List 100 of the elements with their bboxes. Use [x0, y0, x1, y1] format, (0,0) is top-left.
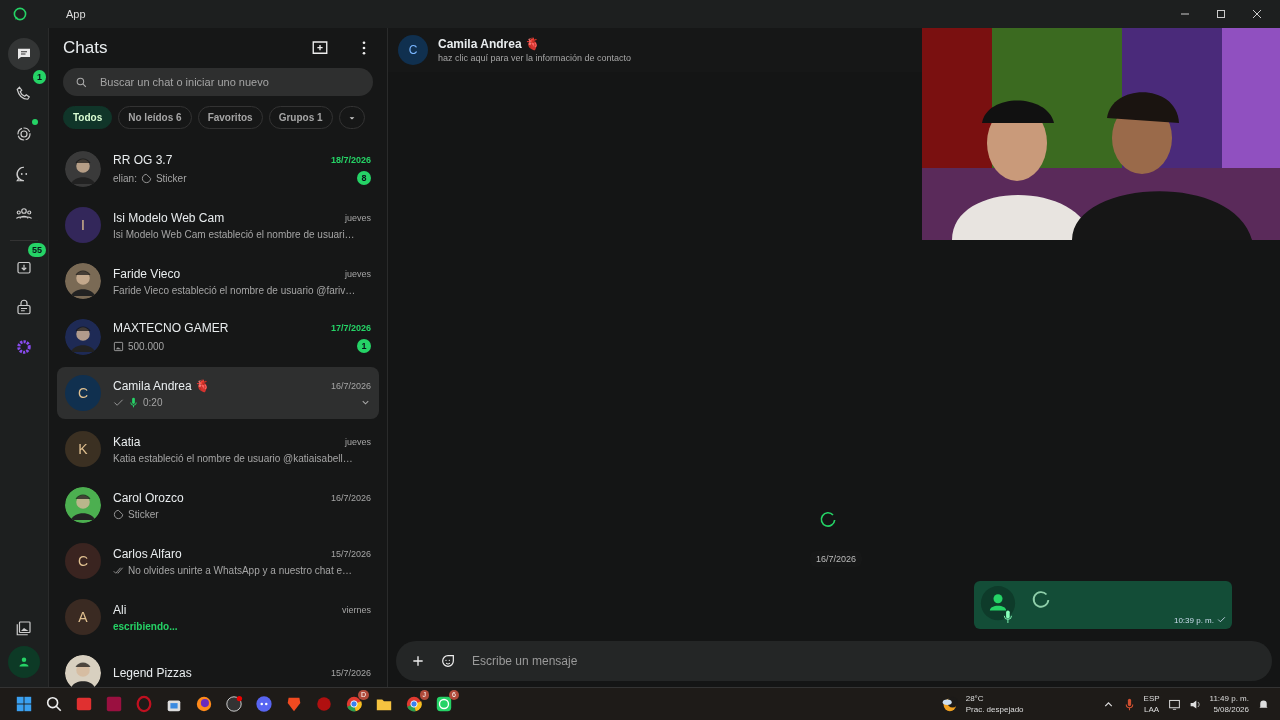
window-title: App: [66, 8, 86, 20]
chat-time: 18/7/2026: [330, 155, 371, 165]
avatar: K: [65, 431, 101, 467]
chat-name: Legend Pizzas: [113, 666, 192, 680]
temperature: 28°C: [965, 693, 985, 704]
chat-item[interactable]: C Carlos Alfaro 15/7/2026 No olvides unirte a WhatsApp y a nuestro chat e…: [57, 535, 379, 587]
chat-item[interactable]: MAXTECNO GAMER 17/7/2026 500.000 1: [57, 311, 379, 363]
image-icon: [113, 340, 124, 352]
voice-avatar-icon: [980, 585, 1016, 625]
new-chat-icon[interactable]: [311, 39, 329, 57]
microphone-icon: [128, 396, 139, 408]
clock-text[interactable]: 5/08/2026: [1213, 704, 1249, 715]
chat-item[interactable]: I Isi Modelo Web Cam jueves Isi Modelo Web Cam estableció el nombre de usuari…: [57, 199, 379, 251]
avatar: A: [65, 599, 101, 635]
voice-message-bubble[interactable]: 10:39 p. m.: [974, 581, 1232, 629]
chat-item[interactable]: Faride Vieco jueves Faride Vieco estableció el nombre de usuario @fariv…: [57, 255, 379, 307]
chat-time: 16/7/2026: [330, 380, 371, 391]
chat-time: 16/7/2026: [330, 492, 371, 503]
chat-time: jueves: [345, 268, 371, 279]
panel-title: Chats: [63, 38, 108, 58]
chat-time: viernes: [342, 604, 371, 615]
contact-info-hint[interactable]: haz clic aquí para ver la información de contacto: [438, 53, 632, 63]
message-preview: Katia estableció el nombre de usuario @katiaisabell…: [113, 452, 353, 464]
chat-name: Faride Vieco: [113, 266, 181, 281]
rail-button[interactable]: [8, 646, 40, 678]
whatsapp-logo-icon: [12, 6, 28, 22]
windows-icon: [15, 695, 33, 713]
search-field[interactable]: Buscar un chat o iniciar uno nuevo: [63, 68, 373, 96]
check-icon: [1217, 615, 1226, 624]
message-preview: Isi Modelo Web Cam estableció el nombre de usuari…: [113, 228, 355, 240]
sticker-icon: [140, 172, 152, 184]
weather-condition: Prac. despejado: [965, 704, 1024, 715]
chat-time: 15/7/2026: [330, 668, 371, 678]
app-icon: [135, 695, 153, 713]
phone-icon: [15, 85, 33, 103]
chat-name: Katia: [113, 434, 141, 449]
app-icon: [345, 695, 363, 713]
message-input[interactable]: Escribe un mensaje: [470, 653, 1258, 669]
avatar: C: [398, 35, 428, 65]
message-field[interactable]: Escribe un mensaje: [396, 641, 1272, 681]
plus-icon[interactable]: [410, 653, 426, 669]
loading-spinner-icon: [1030, 589, 1052, 611]
rail-button[interactable]: [8, 38, 40, 70]
chat-item[interactable]: Carol Orozco 16/7/2026 Sticker: [57, 479, 379, 531]
chat-item[interactable]: K Katia jueves Katia estableció el nombre de usuario @katiaisabell…: [57, 423, 379, 475]
app-icon: [195, 695, 213, 713]
message-preview: Sticker: [155, 172, 187, 184]
message-preview: No olvides unirte a WhatsApp y a nuestro chat e…: [128, 564, 352, 576]
network-icon[interactable]: [1167, 697, 1181, 711]
sticker-icon[interactable]: [440, 653, 456, 669]
chat-item[interactable]: A Ali viernes escribiendo...: [57, 591, 379, 643]
message-time: 10:39 p. m.: [1173, 616, 1214, 625]
avatar: C: [65, 375, 101, 411]
message-preview: escribiendo...: [113, 620, 178, 632]
chat-name: Camila Andrea 🫀: [113, 378, 211, 393]
unread-badge: 8: [357, 171, 371, 185]
loading-spinner-icon: [818, 510, 838, 530]
close-icon[interactable]: [1252, 9, 1262, 19]
message-preview: 500.000: [128, 340, 165, 352]
filter-chip[interactable]: Todos: [63, 106, 113, 129]
chat-item[interactable]: C Camila Andrea 🫀 16/7/2026 0:20: [57, 367, 379, 419]
search-input[interactable]: Buscar un chat o iniciar uno nuevo: [98, 75, 361, 89]
lock-icon: [15, 298, 33, 316]
chat-name: MAXTECNO GAMER: [113, 321, 229, 335]
chat-name: Carol Orozco: [113, 490, 184, 505]
input-language[interactable]: ESP: [1143, 693, 1160, 704]
app-icon: [105, 695, 123, 713]
search-icon: [75, 75, 88, 89]
gallery-icon: [15, 619, 33, 637]
count-badge: 1: [33, 70, 46, 84]
message-preview: 0:20: [143, 396, 163, 408]
avatar: I: [65, 207, 101, 243]
app-icon: [315, 695, 333, 713]
sticker-icon: [113, 508, 124, 520]
chat-time: 15/7/2026: [330, 548, 371, 559]
unread-badge: 1: [357, 339, 371, 353]
message-preview: Faride Vieco estableció el nombre de usuario @fariv…: [113, 284, 356, 296]
chat-name: Carlos Alfaro: [113, 546, 182, 561]
count-badge: 55: [28, 243, 46, 257]
app-icon: [255, 695, 273, 713]
app-icon: [405, 695, 423, 713]
clock-text[interactable]: 11:49 p. m.: [1209, 693, 1249, 704]
search-icon: [45, 695, 63, 713]
chat-name: Ali: [113, 602, 127, 617]
app-icon: [435, 695, 453, 713]
avatar: C: [65, 543, 101, 579]
app-icon: [75, 695, 93, 713]
ring-icon: [15, 338, 33, 356]
chat-time: jueves: [345, 212, 371, 223]
chat-name: Isi Modelo Web Cam: [113, 210, 225, 225]
chat-item[interactable]: RR OG 3.7 18/7/2026 elian: Sticker 8: [57, 143, 379, 195]
message-preview: Sticker: [128, 508, 159, 520]
chat-time: 17/7/2026: [330, 323, 371, 333]
app-icon: [225, 695, 243, 713]
chat-name: RR OG 3.7: [113, 153, 173, 167]
contact-name[interactable]: Camila Andrea 🫀: [438, 37, 632, 51]
maximize-icon[interactable]: [1216, 9, 1226, 19]
status-icon: [15, 125, 33, 143]
sender-name: elian:: [113, 172, 137, 184]
input-language[interactable]: LAA: [1144, 704, 1160, 715]
